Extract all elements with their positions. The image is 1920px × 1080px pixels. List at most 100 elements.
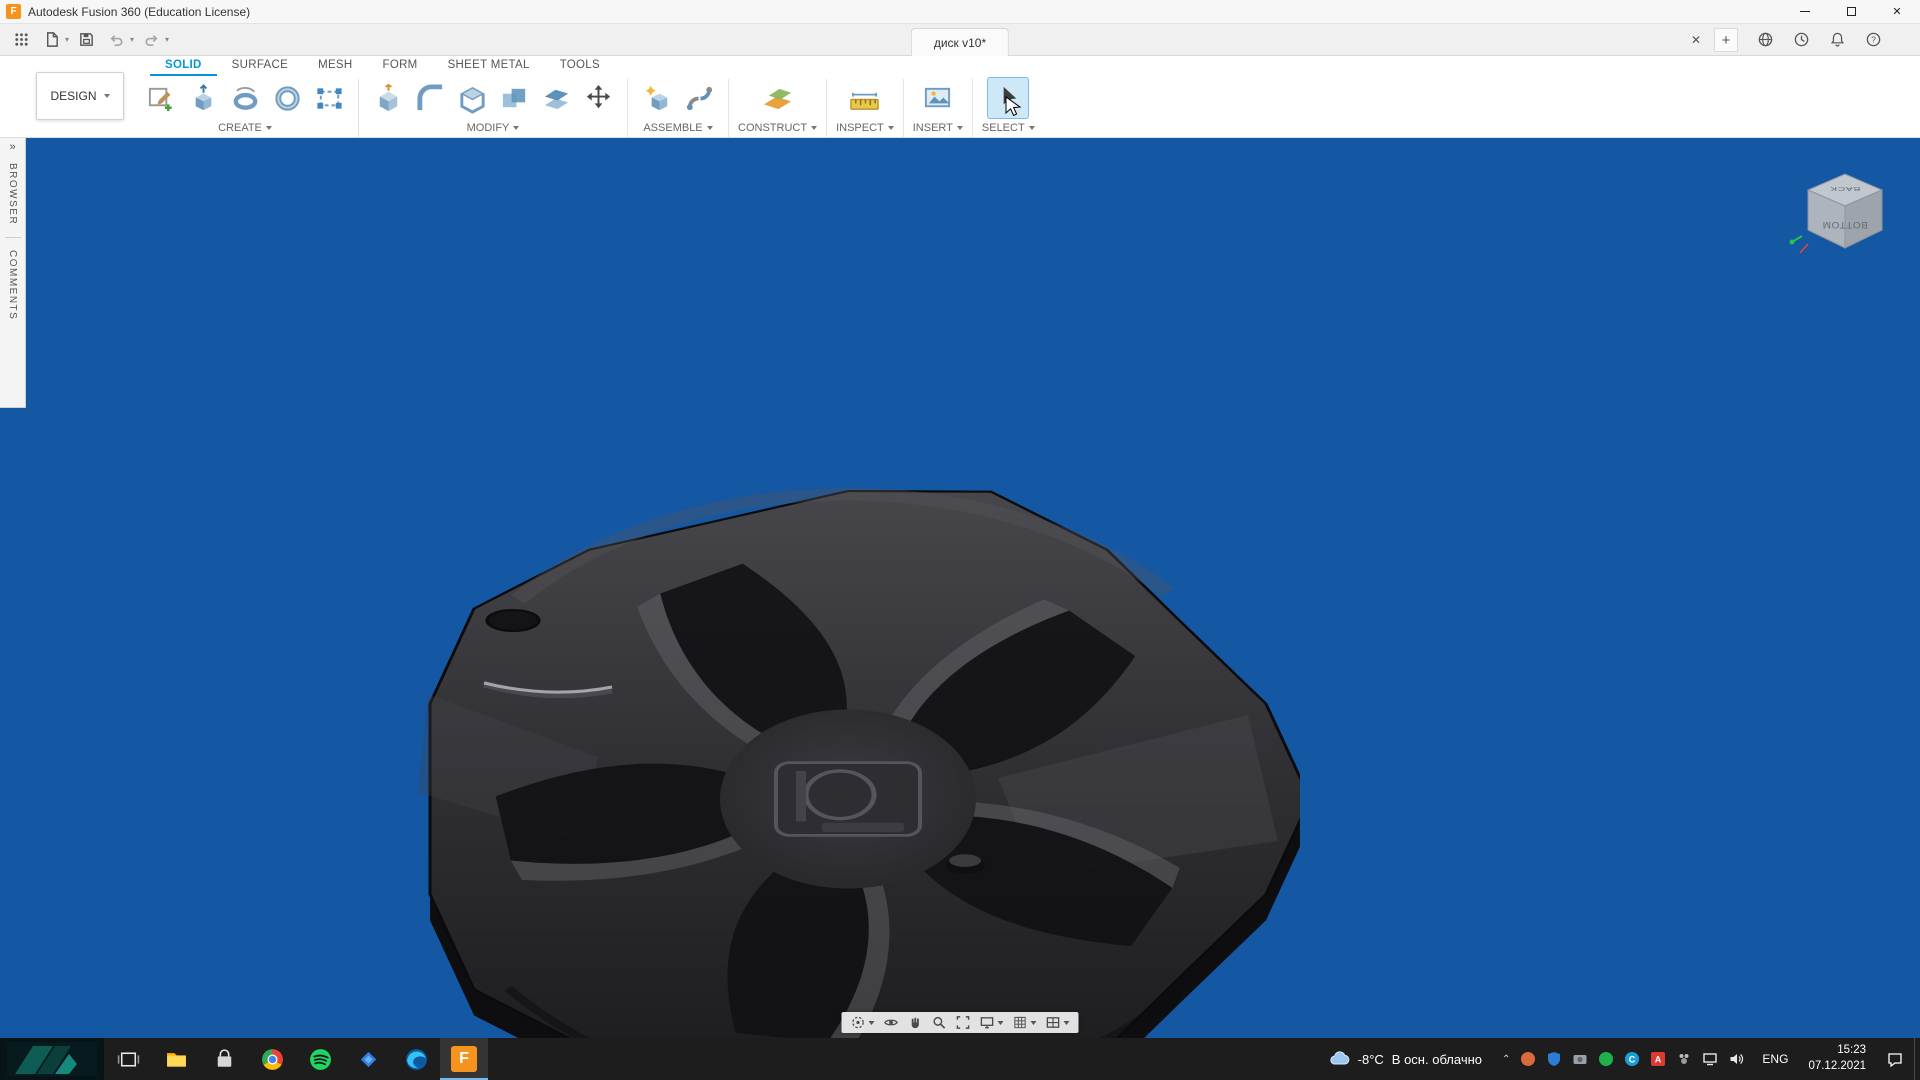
wheel-disk-model[interactable] bbox=[400, 478, 1300, 1038]
tray-expand-button[interactable]: ⌃ bbox=[1502, 1054, 1510, 1065]
browser-panel-tab[interactable]: BROWSER bbox=[7, 163, 18, 225]
inspect-dropdown[interactable]: INSPECT bbox=[836, 122, 894, 134]
language-indicator[interactable]: ENG bbox=[1752, 1038, 1798, 1080]
undo-button[interactable] bbox=[103, 27, 129, 53]
offset-face-button[interactable] bbox=[536, 78, 576, 118]
construction-plane-button[interactable] bbox=[758, 78, 798, 118]
viewports-button[interactable] bbox=[1046, 1015, 1070, 1030]
tray-volume-icon[interactable] bbox=[1727, 1051, 1744, 1068]
show-desktop-button[interactable] bbox=[1914, 1038, 1920, 1080]
combine-button[interactable] bbox=[494, 78, 534, 118]
redo-button[interactable] bbox=[138, 27, 164, 53]
comments-panel-tab[interactable]: COMMENTS bbox=[7, 250, 18, 320]
view-cube[interactable]: BACK BOTTOM bbox=[1788, 150, 1903, 265]
grid-snap-button[interactable] bbox=[1013, 1015, 1037, 1030]
file-icon bbox=[46, 32, 58, 47]
workspace-label: DESIGN bbox=[50, 89, 97, 103]
new-component-button[interactable] bbox=[637, 78, 677, 118]
pan-button[interactable] bbox=[908, 1015, 923, 1030]
tray-orange-app-icon[interactable] bbox=[1519, 1051, 1536, 1068]
mouse-cursor bbox=[1005, 96, 1022, 117]
group-modify: MODIFY bbox=[359, 77, 627, 134]
chevron-down-icon bbox=[103, 94, 110, 98]
zoom-button[interactable] bbox=[932, 1015, 947, 1030]
grid-icon bbox=[1014, 1016, 1026, 1029]
modify-dropdown[interactable]: MODIFY bbox=[467, 122, 520, 134]
app-grid-button[interactable] bbox=[8, 27, 34, 53]
viewport-canvas[interactable]: » BROWSER COMMENTS BACK BOTTOM bbox=[0, 138, 1920, 1038]
document-close-button[interactable]: ✕ bbox=[1686, 30, 1706, 50]
tray-autodesk-icon[interactable]: A bbox=[1649, 1051, 1666, 1068]
blue-diamond-app-button[interactable] bbox=[344, 1038, 392, 1080]
tab-solid[interactable]: SOLID bbox=[150, 56, 217, 76]
spotify-button[interactable] bbox=[296, 1038, 344, 1080]
fusion-360-taskbar-button[interactable]: F bbox=[440, 1038, 488, 1080]
tray-display-icon[interactable] bbox=[1701, 1051, 1718, 1068]
insert-canvas-button[interactable] bbox=[918, 78, 958, 118]
pattern-button[interactable] bbox=[309, 78, 349, 118]
tray-blue-c-icon[interactable]: C bbox=[1623, 1051, 1640, 1068]
create-dropdown[interactable]: CREATE bbox=[218, 122, 272, 134]
fillet-button[interactable] bbox=[410, 78, 450, 118]
save-button[interactable] bbox=[73, 27, 99, 53]
file-explorer-button[interactable] bbox=[152, 1038, 200, 1080]
file-menu-button[interactable] bbox=[38, 27, 64, 53]
expand-panel-button[interactable]: » bbox=[9, 142, 15, 153]
start-button[interactable] bbox=[0, 1038, 104, 1080]
tab-surface[interactable]: SURFACE bbox=[217, 56, 303, 76]
move-button[interactable] bbox=[578, 78, 618, 118]
document-tab[interactable]: диск v10* bbox=[910, 28, 1010, 56]
tab-tools[interactable]: TOOLS bbox=[545, 56, 615, 76]
shell-button[interactable] bbox=[452, 78, 492, 118]
extrude-icon bbox=[195, 83, 211, 110]
press-pull-icon bbox=[379, 83, 397, 111]
construct-dropdown[interactable]: CONSTRUCT bbox=[738, 122, 818, 134]
edge-button[interactable] bbox=[392, 1038, 440, 1080]
minimize-button[interactable] bbox=[1782, 0, 1828, 23]
chevron-down-icon[interactable]: ▾ bbox=[130, 35, 134, 44]
redo-icon bbox=[145, 35, 157, 47]
fillet-icon bbox=[416, 83, 442, 110]
store-button[interactable] bbox=[200, 1038, 248, 1080]
tab-form[interactable]: FORM bbox=[368, 56, 433, 76]
help-button[interactable]: ? bbox=[1860, 27, 1886, 53]
extensions-button[interactable] bbox=[1752, 27, 1778, 53]
look-at-button[interactable] bbox=[884, 1015, 899, 1030]
tray-gray-app-icon[interactable] bbox=[1675, 1051, 1692, 1068]
new-document-button[interactable]: + bbox=[1714, 28, 1738, 52]
clock[interactable]: 15:23 07.12.2021 bbox=[1798, 1038, 1876, 1080]
fit-button[interactable] bbox=[956, 1015, 971, 1030]
tray-camera-icon[interactable] bbox=[1571, 1051, 1588, 1068]
orbit-icon bbox=[852, 1016, 864, 1029]
action-center-button[interactable] bbox=[1876, 1038, 1914, 1080]
blue-diamond-icon bbox=[360, 1051, 376, 1067]
chevron-down-icon[interactable]: ▾ bbox=[65, 35, 69, 44]
tab-mesh[interactable]: MESH bbox=[303, 56, 367, 76]
create-sketch-button[interactable] bbox=[141, 78, 181, 118]
notifications-button[interactable] bbox=[1824, 27, 1850, 53]
measure-button[interactable] bbox=[845, 78, 885, 118]
job-status-button[interactable] bbox=[1788, 27, 1814, 53]
orbit-button[interactable] bbox=[851, 1015, 875, 1030]
close-button[interactable]: ✕ bbox=[1874, 0, 1920, 23]
select-dropdown[interactable]: SELECT bbox=[982, 122, 1035, 134]
extrude-button[interactable] bbox=[183, 78, 223, 118]
task-view-button[interactable] bbox=[104, 1038, 152, 1080]
chevron-down-icon[interactable]: ▾ bbox=[165, 35, 169, 44]
chrome-button[interactable] bbox=[248, 1038, 296, 1080]
group-label-insert: INSERT bbox=[912, 122, 953, 134]
sweep-button[interactable] bbox=[267, 78, 307, 118]
tab-sheet-metal[interactable]: SHEET METAL bbox=[433, 56, 545, 76]
workspace-selector[interactable]: DESIGN bbox=[36, 72, 124, 120]
undo-icon bbox=[110, 35, 122, 47]
insert-dropdown[interactable]: INSERT bbox=[913, 122, 963, 134]
assemble-dropdown[interactable]: ASSEMBLE bbox=[643, 122, 713, 134]
weather-widget[interactable]: -8°C В осн. облачно bbox=[1316, 1038, 1494, 1080]
tray-green-dot-icon[interactable] bbox=[1597, 1051, 1614, 1068]
display-settings-button[interactable] bbox=[980, 1015, 1004, 1030]
joint-button[interactable] bbox=[679, 78, 719, 118]
revolve-button[interactable] bbox=[225, 78, 265, 118]
maximize-button[interactable] bbox=[1828, 0, 1874, 23]
tray-shield-icon[interactable] bbox=[1545, 1051, 1562, 1068]
press-pull-button[interactable] bbox=[368, 78, 408, 118]
